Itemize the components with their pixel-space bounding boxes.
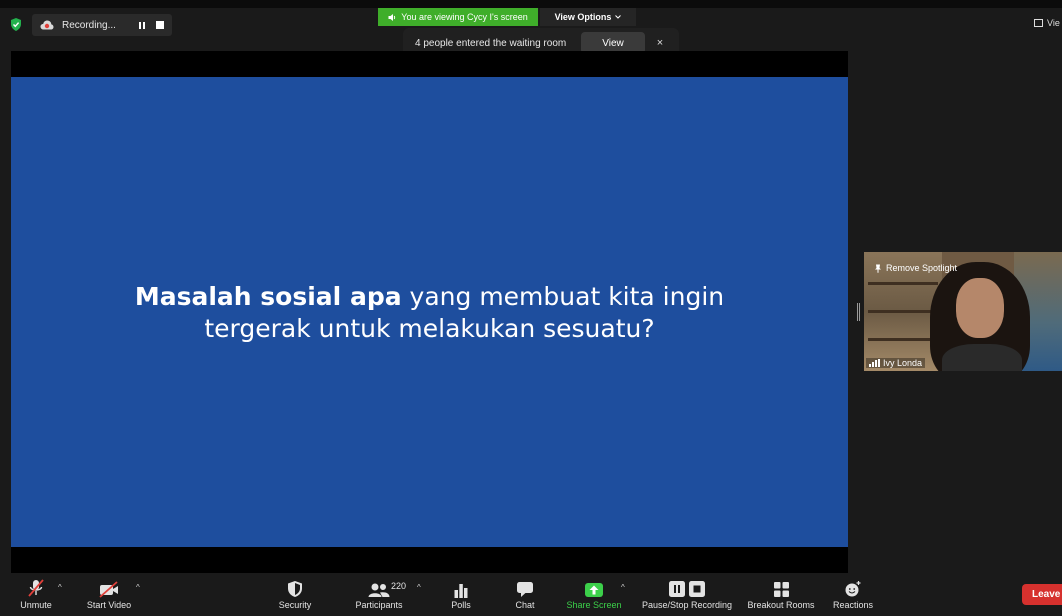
security-shield-icon [288,581,302,597]
meeting-toolbar: Unmute ^ Start Video ^ Security Particip… [0,574,1062,616]
share-screen-arrow-icon [585,583,603,597]
chevron-down-icon [615,15,622,19]
participants-label: Participants [355,600,403,610]
start-video-button[interactable]: Start Video [84,574,134,616]
chat-button[interactable]: Chat [512,574,538,616]
leave-button[interactable]: Leave [1022,584,1062,605]
video-options-chevron-icon[interactable]: ^ [136,583,140,592]
chat-label: Chat [515,600,535,610]
slide-line1: yang membuat kita ingin [409,282,725,311]
participant-name: Ivy Londa [883,358,923,368]
audio-options-chevron-icon[interactable]: ^ [58,583,62,592]
pause-recording-button[interactable] [136,19,148,31]
view-toggle-label: Vie [1047,18,1060,28]
share-options-chevron-icon[interactable]: ^ [621,583,625,592]
breakout-rooms-label: Breakout Rooms [747,600,815,610]
unmute-button[interactable]: Unmute [18,574,54,616]
start-video-label: Start Video [86,600,132,610]
view-options-button[interactable]: View Options [540,8,636,26]
remove-spotlight-label: Remove Spotlight [886,263,958,273]
share-screen-label: Share Screen [566,600,622,610]
pin-icon [875,264,881,273]
polls-button[interactable]: Polls [448,574,474,616]
slide-line2: tergerak untuk melakukan sesuatu? [204,314,655,343]
participants-icon [368,583,390,597]
slide-text: Masalah sosial apa yang membuat kita ing… [11,281,848,345]
reactions-label: Reactions [832,600,874,610]
signal-icon [869,359,880,367]
smiley-icon [845,581,861,597]
share-screen-button[interactable]: Share Screen [566,574,622,616]
slide-bold-text: Masalah sosial apa [134,282,402,311]
participant-face [956,278,1004,338]
security-label: Security [278,600,312,610]
participants-options-chevron-icon[interactable]: ^ [417,583,421,592]
camera-off-icon [99,581,118,598]
chat-bubble-icon [517,582,533,597]
unmute-label: Unmute [20,600,52,610]
cloud-record-icon [40,20,54,30]
bar-chart-icon [454,584,468,598]
view-options-label: View Options [554,12,612,22]
recording-indicator: Recording... [32,14,172,36]
grid-icon [773,582,789,597]
recording-label: Recording... [62,19,116,31]
participants-count-badge: 220 [391,581,407,591]
microphone-muted-icon [28,579,44,597]
polls-label: Polls [451,600,471,610]
participant-video-tile[interactable]: Remove Spotlight Ivy Londa [864,252,1062,371]
panel-resize-handle[interactable] [857,303,860,321]
participant-body [942,344,1022,371]
pause-stop-recording-button[interactable]: Pause/Stop Recording [640,574,734,616]
top-strip [0,0,1062,8]
reactions-button[interactable]: Reactions [831,574,875,616]
waiting-room-text: 4 people entered the waiting room [415,37,567,49]
remove-spotlight-button[interactable]: Remove Spotlight [874,263,957,273]
pause-stop-recording-icon [669,581,705,597]
gallery-view-icon [1034,19,1043,27]
speaker-icon [388,13,396,21]
presentation-slide: Masalah sosial apa yang membuat kita ing… [11,77,848,547]
participant-name-tag: Ivy Londa [866,358,926,368]
breakout-rooms-button[interactable]: Breakout Rooms [746,574,816,616]
viewing-screen-text: You are viewing Cycy I's screen [401,12,528,22]
close-icon[interactable]: × [653,36,667,50]
shield-icon[interactable] [10,18,22,31]
stop-recording-button[interactable] [156,21,164,29]
view-toggle-button[interactable]: Vie [1034,18,1060,28]
pause-stop-recording-label: Pause/Stop Recording [641,600,733,610]
viewing-screen-banner: You are viewing Cycy I's screen [378,8,538,26]
security-button[interactable]: Security [276,574,314,616]
